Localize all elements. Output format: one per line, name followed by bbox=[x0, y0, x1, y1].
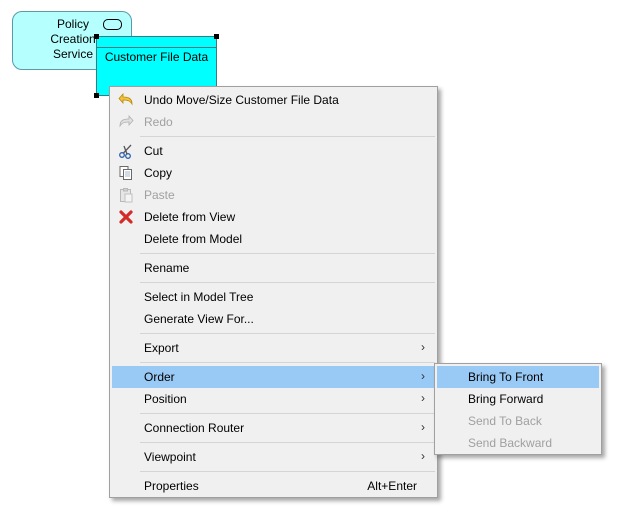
menu-label-position: Position bbox=[144, 392, 187, 406]
submenu-item-send-to-back: Send To Back bbox=[437, 410, 599, 432]
shortcut-label: Alt+Enter bbox=[367, 479, 417, 493]
chevron-right-icon: › bbox=[421, 369, 425, 383]
undo-icon bbox=[118, 92, 133, 106]
copy-icon bbox=[119, 166, 132, 180]
submenu-item-bring-to-front[interactable]: Bring To Front bbox=[437, 366, 599, 388]
menu-item-redo: Redo bbox=[112, 111, 435, 133]
context-menu: Undo Move/Size Customer File Data Redo C… bbox=[109, 86, 438, 498]
menu-label-generate-view: Generate View For... bbox=[144, 312, 254, 326]
menu-item-copy[interactable]: Copy bbox=[112, 162, 435, 184]
selection-handle-top-right[interactable] bbox=[214, 34, 219, 39]
data-object-header-line bbox=[97, 47, 216, 48]
menu-label-viewpoint: Viewpoint bbox=[144, 450, 196, 464]
submenu-label-send-backward: Send Backward bbox=[468, 436, 553, 450]
menu-label-copy: Copy bbox=[144, 166, 173, 180]
menu-separator bbox=[140, 442, 435, 443]
menu-item-position[interactable]: Position › bbox=[112, 388, 435, 410]
menu-separator bbox=[140, 333, 435, 334]
menu-item-rename[interactable]: Rename bbox=[112, 257, 435, 279]
menu-item-select-in-model-tree[interactable]: Select in Model Tree bbox=[112, 286, 435, 308]
submenu-label-bring-forward: Bring Forward bbox=[468, 392, 544, 406]
menu-item-delete-from-model[interactable]: Delete from Model bbox=[112, 228, 435, 250]
menu-label-cut: Cut bbox=[144, 144, 163, 158]
menu-separator bbox=[140, 413, 435, 414]
menu-label-connection-router: Connection Router bbox=[144, 421, 245, 435]
menu-item-paste: Paste bbox=[112, 184, 435, 206]
menu-item-delete-from-view[interactable]: Delete from View bbox=[112, 206, 435, 228]
chevron-right-icon: › bbox=[421, 449, 425, 463]
menu-separator bbox=[140, 362, 435, 363]
menu-label-undo: Undo Move/Size Customer File Data bbox=[144, 93, 339, 107]
menu-label-properties: Properties bbox=[144, 479, 199, 493]
menu-label-delete-from-model: Delete from Model bbox=[144, 232, 243, 246]
menu-item-properties[interactable]: Properties Alt+Enter bbox=[112, 475, 435, 497]
menu-separator bbox=[140, 282, 435, 283]
menu-label-select-in-model-tree: Select in Model Tree bbox=[144, 290, 254, 304]
paste-icon bbox=[120, 188, 133, 203]
selection-handle-top-left[interactable] bbox=[94, 34, 99, 39]
menu-item-connection-router[interactable]: Connection Router › bbox=[112, 417, 435, 439]
menu-separator bbox=[140, 136, 435, 137]
chevron-right-icon: › bbox=[421, 420, 425, 434]
scissors-icon bbox=[119, 144, 132, 159]
selection-handle-bottom-left[interactable] bbox=[94, 93, 99, 98]
service-pill-icon bbox=[103, 19, 122, 30]
data-object-label: Customer File Data bbox=[104, 50, 209, 64]
red-x-icon bbox=[119, 210, 133, 224]
chevron-right-icon: › bbox=[421, 340, 425, 354]
menu-separator bbox=[140, 253, 435, 254]
menu-separator bbox=[140, 471, 435, 472]
submenu-item-send-backward: Send Backward bbox=[437, 432, 599, 454]
menu-item-viewpoint[interactable]: Viewpoint › bbox=[112, 446, 435, 468]
submenu-label-send-to-back: Send To Back bbox=[468, 414, 542, 428]
menu-item-generate-view[interactable]: Generate View For... bbox=[112, 308, 435, 330]
menu-label-paste: Paste bbox=[144, 188, 175, 202]
menu-label-delete-from-view: Delete from View bbox=[144, 210, 236, 224]
menu-label-redo: Redo bbox=[144, 115, 173, 129]
menu-label-order: Order bbox=[144, 370, 175, 384]
redo-icon bbox=[119, 114, 134, 128]
menu-item-undo[interactable]: Undo Move/Size Customer File Data bbox=[112, 89, 435, 111]
menu-item-cut[interactable]: Cut bbox=[112, 140, 435, 162]
order-submenu: Bring To Front Bring Forward Send To Bac… bbox=[434, 363, 602, 455]
chevron-right-icon: › bbox=[421, 391, 425, 405]
submenu-label-bring-to-front: Bring To Front bbox=[468, 370, 544, 384]
submenu-item-bring-forward[interactable]: Bring Forward bbox=[437, 388, 599, 410]
menu-label-export: Export bbox=[144, 341, 179, 355]
menu-item-order[interactable]: Order › bbox=[112, 366, 435, 388]
menu-label-rename: Rename bbox=[144, 261, 190, 275]
menu-item-export[interactable]: Export › bbox=[112, 337, 435, 359]
